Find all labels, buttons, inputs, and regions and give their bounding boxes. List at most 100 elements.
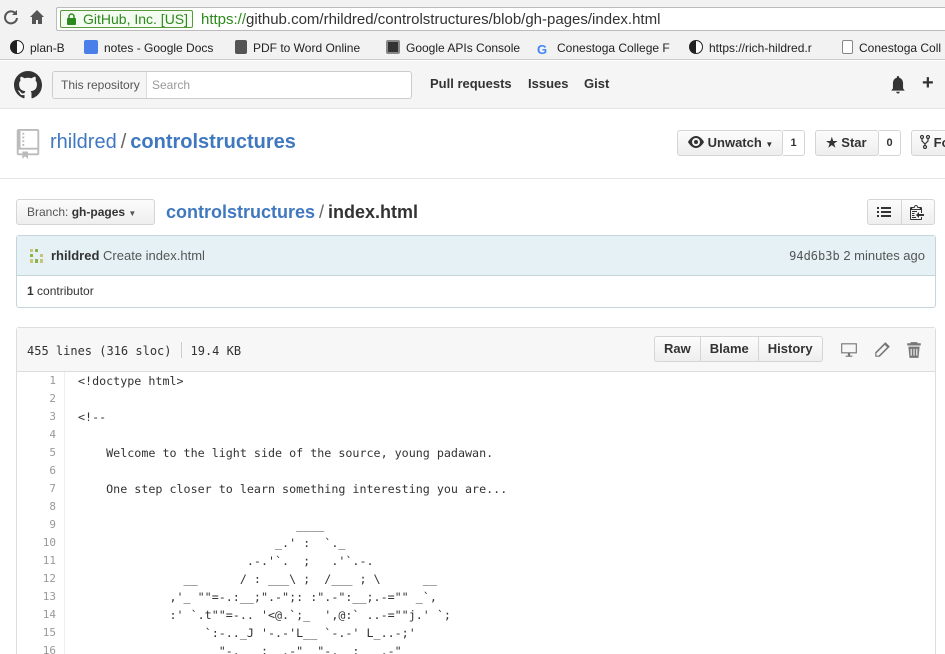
fork-icon [919, 134, 931, 150]
bell-icon[interactable] [890, 76, 906, 94]
code-line: 15 `:-.._J '-.-'L__ `-.-' L_..-;' [17, 624, 935, 642]
commit-author[interactable]: rhildred [51, 248, 99, 263]
line-number[interactable]: 7 [17, 480, 65, 498]
stars-count[interactable]: 0 [879, 130, 901, 156]
fork-button[interactable]: Fo [911, 130, 945, 156]
line-content: Welcome to the light side of the source,… [78, 446, 494, 460]
line-number[interactable]: 1 [17, 372, 65, 390]
code-line: 13 ,'_ ""=-.:__;".-";: :".-":__;.-="" _`… [17, 588, 935, 606]
search-scope-label: This repository [53, 72, 147, 98]
file-info: 455 lines (316 sloc) 19.4 KB [27, 342, 241, 358]
breadcrumb-repo-link[interactable]: controlstructures [166, 202, 315, 222]
star-label: Star [841, 135, 867, 150]
line-content: <!-- [78, 410, 107, 424]
star-icon: ★ [826, 135, 838, 150]
contributors-label: contributor [37, 284, 94, 298]
line-number[interactable]: 10 [17, 534, 65, 552]
breadcrumb: controlstructures / index.html [166, 202, 418, 223]
commit-title[interactable]: Create index.html [103, 248, 205, 263]
nav-pull-requests[interactable]: Pull requests [430, 76, 512, 91]
nav-issues[interactable]: Issues [528, 76, 568, 91]
code-line: 7 One step closer to learn something int… [17, 480, 935, 498]
bookmark-plan-b[interactable]: plan-B [10, 39, 72, 57]
search-input[interactable]: Search [152, 72, 190, 98]
line-number[interactable]: 15 [17, 624, 65, 642]
star-button[interactable]: ★ Star [815, 130, 879, 156]
file-view-buttons: Raw Blame History [654, 336, 823, 362]
line-number[interactable]: 9 [17, 516, 65, 534]
lock-icon [67, 13, 76, 25]
bookmark-conestoga-coll[interactable]: Conestoga Coll [842, 39, 945, 57]
clipboard-icon[interactable] [910, 204, 924, 220]
address-bar[interactable]: GitHub, Inc. [US] https://github.com/rhi… [56, 7, 945, 31]
line-number[interactable]: 16 [17, 642, 65, 654]
bookmark-label: notes - Google Docs [104, 41, 214, 55]
line-number[interactable]: 13 [17, 588, 65, 606]
yin-yang-icon [10, 40, 24, 54]
github-logo-icon[interactable] [14, 71, 42, 99]
line-number[interactable]: 4 [17, 426, 65, 444]
line-content: <!doctype html> [78, 374, 184, 388]
eye-icon [688, 136, 704, 148]
avatar[interactable] [29, 248, 45, 264]
raw-button[interactable]: Raw [655, 337, 700, 361]
reload-icon[interactable] [2, 9, 20, 27]
bookmark-label: Google APIs Console [406, 41, 521, 55]
commit-summary: rhildred Create index.html 94d6b3b 2 min… [17, 236, 935, 276]
line-number[interactable]: 2 [17, 390, 65, 408]
bookmark-google-apis-console[interactable]: Google APIs Console [386, 39, 526, 57]
breadcrumb-file: index.html [328, 202, 419, 222]
line-number[interactable]: 12 [17, 570, 65, 588]
blame-button[interactable]: Blame [699, 337, 758, 361]
line-content: ____ [78, 518, 325, 532]
contributors-summary[interactable]: 1 contributor [27, 284, 94, 298]
url-scheme: https:// [201, 11, 247, 28]
watchers-count[interactable]: 1 [783, 130, 805, 156]
code-line: 1 <!doctype html> [17, 372, 935, 390]
bookmark-label: Conestoga Coll [859, 41, 942, 55]
branch-selector[interactable]: Branch: gh-pages ▼ [16, 199, 155, 225]
line-number[interactable]: 11 [17, 552, 65, 570]
code-line: 14 :' `.t""=-.. '<@.`;_ ',@:` ..-=""j.' … [17, 606, 935, 624]
file-lines-info: 455 lines (316 sloc) [27, 344, 172, 358]
bookmark-pdf-to-word[interactable]: PDF to Word Online [235, 39, 370, 57]
url-text[interactable]: https://github.com/rhildred/controlstruc… [201, 11, 660, 28]
line-number[interactable]: 14 [17, 606, 65, 624]
bookmark-rich-hildred[interactable]: https://rich-hildred.r [689, 39, 824, 57]
bookmark-label: Conestoga College F [557, 41, 670, 55]
trash-icon[interactable] [905, 341, 923, 359]
repo-header: rhildred / controlstructures Unwatch ▼ 1 ★… [0, 110, 945, 179]
ev-certificate-badge[interactable]: GitHub, Inc. [US] [60, 10, 194, 28]
divider [180, 342, 182, 358]
line-number[interactable]: 6 [17, 462, 65, 480]
home-icon[interactable] [28, 9, 46, 27]
contributors-count: 1 [27, 284, 34, 298]
file-header: 455 lines (316 sloc) 19.4 KB Raw Blame Hist… [17, 328, 935, 372]
history-button[interactable]: History [757, 337, 822, 361]
line-content: _.' : `._ [78, 536, 346, 550]
create-new-icon[interactable]: + [922, 72, 934, 95]
code-line: 5 Welcome to the light side of the sourc… [17, 444, 935, 462]
unwatch-button[interactable]: Unwatch ▼ [677, 130, 783, 156]
repo-title-separator: / [120, 131, 127, 153]
bookmark-notes[interactable]: notes - Google Docs [84, 39, 224, 57]
chevron-down-icon: ▼ [765, 140, 774, 149]
commit-sha[interactable]: 94d6b3b [789, 249, 840, 263]
search-box[interactable]: This repository Search [52, 71, 412, 99]
repo-name-link[interactable]: controlstructures [130, 131, 296, 153]
desktop-icon[interactable] [840, 341, 858, 359]
pencil-icon[interactable] [873, 341, 891, 359]
code-line: 12 __ / : ___\ ; /___ ; \ __ [17, 570, 935, 588]
nav-gist[interactable]: Gist [584, 76, 609, 91]
branch-prefix: Branch: [27, 205, 69, 219]
commit-message: rhildred Create index.html [51, 248, 205, 263]
line-number[interactable]: 3 [17, 408, 65, 426]
repo-owner-link[interactable]: rhildred [50, 131, 117, 153]
bookmark-label: https://rich-hildred.r [709, 41, 812, 55]
list-icon[interactable] [877, 205, 891, 219]
file-size: 19.4 KB [190, 344, 242, 358]
line-number[interactable]: 5 [17, 444, 65, 462]
line-number[interactable]: 8 [17, 498, 65, 516]
commit-time: 2 minutes ago [843, 248, 925, 263]
bookmark-conestoga-college[interactable]: G Conestoga College F [537, 39, 672, 57]
